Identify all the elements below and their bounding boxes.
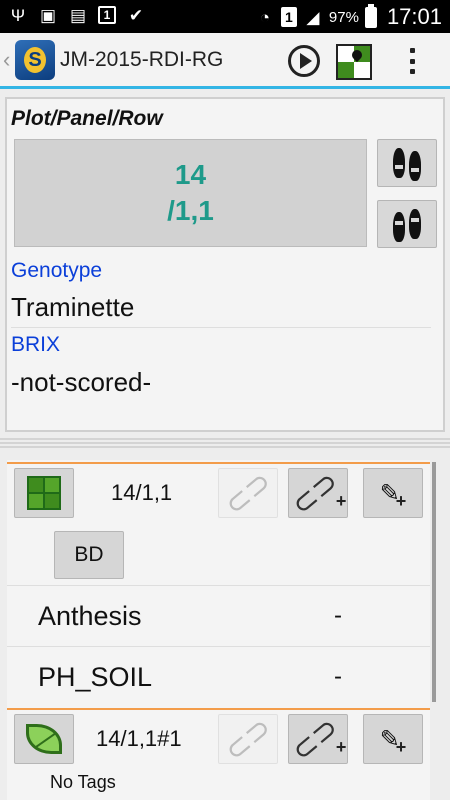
battery-percent: 97%	[328, 8, 359, 26]
panel-row-number: /1,1	[167, 195, 214, 226]
back-caret-icon[interactable]: ‹	[3, 47, 10, 73]
map-button[interactable]	[336, 44, 372, 80]
clipboard-check-icon: ✔	[128, 5, 144, 25]
add-note-button[interactable]: ✎ +	[363, 714, 423, 764]
footprint-icon	[393, 212, 405, 242]
sim-icon: 1	[280, 7, 297, 27]
trait-value: -	[334, 663, 342, 690]
add-attachment-button[interactable]: ⊂⊃ +	[285, 464, 348, 522]
app-title: JM-2015-RDI-RG	[60, 48, 224, 71]
action-bar: ‹ S JM-2015-RDI-RG	[0, 33, 450, 89]
signal-icon: ◢	[306, 7, 320, 27]
add-attachment-button[interactable]: ⊂⊃ +	[285, 710, 348, 768]
overflow-menu-icon[interactable]	[410, 48, 416, 74]
trait-name: PH_SOIL	[38, 662, 153, 692]
no-tags-label: No Tags	[50, 772, 116, 792]
plot-level-button[interactable]	[14, 468, 74, 518]
chart-icon: ▤	[69, 5, 87, 25]
trait-value: -	[334, 602, 342, 629]
trait-name: Anthesis	[38, 601, 142, 631]
step-back-button[interactable]	[377, 200, 437, 248]
divider	[11, 327, 431, 328]
paperclip-icon: ⊂⊃	[218, 464, 278, 522]
footprint-icon	[393, 148, 405, 178]
clock: 17:01	[386, 4, 442, 29]
observation-list: 14/1,1 ⊂⊃ ⊂⊃ + ✎ + BD Anthesis - PH_SOIL -…	[7, 460, 430, 800]
calendar-icon: 1	[98, 6, 116, 24]
footprint-icon	[409, 151, 421, 181]
paperclip-add-icon: ⊂⊃	[284, 710, 345, 768]
notification-icons: Ψ ▣ ▤ 1 ✔	[8, 5, 146, 25]
plant-level-button[interactable]	[14, 714, 74, 764]
play-button[interactable]	[288, 45, 320, 77]
paperclip-add-icon: ⊂⊃	[284, 464, 345, 522]
image-icon: ▣	[39, 5, 57, 25]
scrollbar[interactable]	[432, 462, 436, 702]
trait-row[interactable]: PH_SOIL -	[7, 646, 430, 706]
footprint-icon	[409, 209, 421, 239]
add-note-button[interactable]: ✎ +	[363, 468, 423, 518]
brix-value: -not-scored-	[11, 367, 152, 397]
genotype-value: Traminette	[11, 292, 135, 322]
attachment-button-disabled: ⊂⊃	[218, 464, 278, 522]
brix-label: BRIX	[11, 333, 61, 356]
plot-grid-icon	[27, 476, 61, 510]
plot-code: 14/1,1	[111, 480, 173, 505]
panel-divider-handle[interactable]	[0, 438, 450, 448]
plot-panel: Plot/Panel/Row 14 /1,1 Genotype Traminet…	[5, 97, 445, 432]
plot-row-header: 14/1,1 ⊂⊃ ⊂⊃ + ✎ +	[7, 464, 430, 522]
paperclip-icon: ⊂⊃	[218, 710, 278, 768]
bd-button[interactable]: BD	[54, 531, 124, 579]
plot-number: 14	[174, 159, 207, 190]
logo-letter: S	[24, 47, 46, 73]
step-forward-button[interactable]	[377, 139, 437, 187]
app-logo[interactable]: S	[15, 40, 55, 80]
plot-panel-row-label: Plot/Panel/Row	[11, 107, 163, 130]
status-bar: Ψ ▣ ▤ 1 ✔ ◔ 1 ◢ 97% 17:01	[0, 0, 450, 33]
plant-code: 14/1,1#1	[96, 726, 182, 751]
wifi-icon: ◔	[259, 7, 271, 27]
plot-number-display[interactable]: 14 /1,1	[14, 139, 367, 247]
attachment-button-disabled: ⊂⊃	[218, 710, 278, 768]
system-icons: ◔ 1 ◢ 97% 17:01	[255, 3, 442, 30]
plant-row-header: 14/1,1#1 ⊂⊃ ⊂⊃ + ✎ +	[7, 710, 430, 768]
genotype-label: Genotype	[11, 259, 103, 282]
battery-charging-icon	[364, 3, 377, 28]
trait-row[interactable]: Anthesis -	[7, 585, 430, 645]
leaf-icon	[26, 724, 62, 754]
usb-icon: Ψ	[10, 5, 26, 25]
